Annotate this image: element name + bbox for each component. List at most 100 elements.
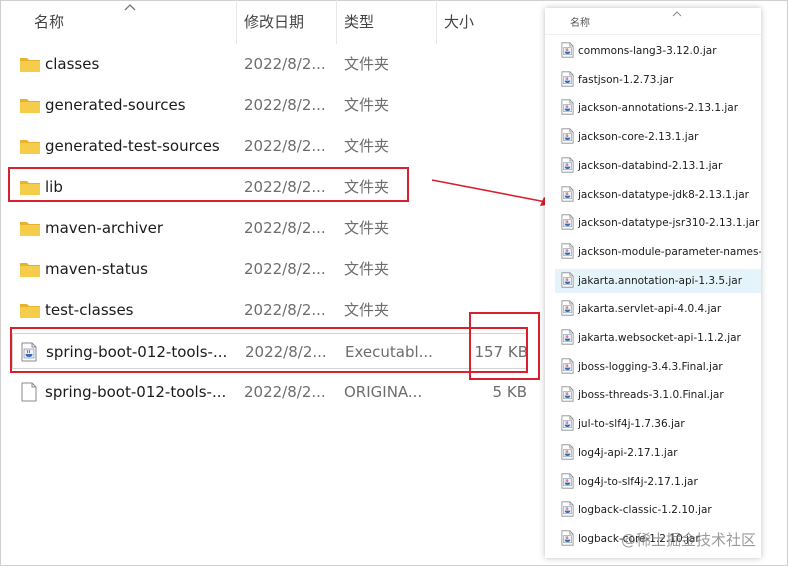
jar-icon (561, 243, 574, 259)
sort-up-caret-icon (672, 11, 682, 17)
jar-icon (561, 530, 574, 546)
file-size (452, 87, 527, 123)
folder-icon (19, 137, 41, 155)
column-date-label: 修改日期 (244, 13, 305, 31)
file-name: maven-archiver (45, 219, 164, 237)
column-date[interactable]: 修改日期 (236, 0, 336, 44)
jar-file-name: jackson-databind-2.13.1.jar (578, 159, 723, 172)
jar-list-item[interactable]: jackson-annotations-2.13.1.jar (555, 96, 761, 120)
jar-icon (561, 128, 574, 144)
jar-file-name: jackson-datatype-jsr310-2.13.1.jar (578, 217, 760, 230)
file-size (452, 251, 527, 287)
jar-file-name: jackson-module-parameter-names-2 (578, 245, 761, 258)
file-type: 文件夹 (344, 301, 390, 319)
jar-list-item[interactable]: jakarta.servlet-api-4.0.4.jar (555, 297, 761, 321)
file-type: 文件夹 (344, 55, 390, 73)
column-size[interactable]: 大小 (436, 0, 536, 44)
jar-file-name: jboss-threads-3.1.0.Final.jar (578, 389, 724, 402)
file-type: 文件夹 (344, 260, 390, 278)
jar-list-item[interactable]: jboss-logging-3.4.3.Final.jar (555, 355, 761, 379)
column-type-label: 类型 (344, 13, 375, 31)
jar-list-item[interactable]: jakarta.annotation-api-1.3.5.jar (555, 268, 761, 293)
jar-file-name: jul-to-slf4j-1.7.36.jar (578, 418, 685, 431)
jar-icon (561, 99, 574, 115)
jar-icon (561, 271, 574, 288)
column-size-label: 大小 (444, 13, 475, 31)
jar-file-name: jackson-core-2.13.1.jar (578, 131, 699, 144)
file-name: test-classes (45, 301, 134, 319)
lib-highlight-box (8, 167, 409, 202)
file-row[interactable]: classes 2022/8/2... 文件夹 (12, 46, 528, 82)
jar-icon (561, 42, 574, 58)
file-name: generated-test-sources (45, 137, 220, 155)
file-row[interactable]: maven-status 2022/8/2... 文件夹 (12, 251, 528, 287)
jar-list-item[interactable]: jul-to-slf4j-1.7.36.jar (555, 412, 761, 436)
file-type: 文件夹 (344, 96, 390, 114)
panel-column-name-label: 名称 (570, 18, 590, 29)
folder-icon (19, 219, 41, 237)
jar-file-name: commons-lang3-3.12.0.jar (578, 45, 717, 57)
file-name: maven-status (45, 260, 148, 278)
file-name: generated-sources (45, 96, 186, 114)
folder-icon (19, 55, 41, 73)
jar-file-name: log4j-api-2.17.1.jar (578, 446, 678, 459)
folder-icon (19, 260, 41, 278)
jar-list-item[interactable]: jackson-datatype-jsr310-2.13.1.jar (555, 211, 761, 235)
file-icon (21, 382, 43, 402)
file-row[interactable]: test-classes 2022/8/2... 文件夹 (12, 292, 528, 328)
jar-file-name: jackson-annotations-2.13.1.jar (578, 102, 739, 115)
jar-list-item[interactable]: logback-classic-1.2.10.jar (555, 498, 761, 522)
file-row[interactable]: generated-sources 2022/8/2... 文件夹 (12, 87, 528, 123)
jar-list-item[interactable]: commons-lang3-3.12.0.jar (555, 39, 761, 63)
jar-file-name: log4j-to-slf4j-2.17.1.jar (578, 475, 698, 488)
jar-list-item[interactable]: jackson-module-parameter-names-2 (555, 240, 761, 264)
file-row[interactable]: spring-boot-012-tools-... 2022/8/2... ORIG… (12, 374, 528, 410)
sort-up-caret-icon (124, 4, 136, 11)
file-row[interactable]: generated-test-sources 2022/8/2... 文件夹 (12, 128, 528, 164)
jar-icon (561, 300, 574, 316)
jar-list-item[interactable]: jboss-threads-3.1.0.Final.jar (555, 383, 761, 407)
jar-list-item[interactable]: jakarta.websocket-api-1.1.2.jar (555, 326, 761, 350)
jar-list-item[interactable]: fastjson-1.2.73.jar (555, 68, 761, 92)
file-date: 2022/8/2... (244, 219, 326, 237)
jar-icon (561, 157, 574, 173)
jar-icon (561, 386, 574, 402)
file-date: 2022/8/2... (244, 301, 326, 319)
jar-file-name: jakarta.servlet-api-4.0.4.jar (578, 303, 722, 316)
jar-icon (561, 358, 574, 374)
jar-icon (561, 329, 574, 345)
file-type: 文件夹 (344, 137, 390, 155)
file-date: 2022/8/2... (244, 260, 326, 278)
size-highlight-box (469, 312, 540, 380)
jar-file-name: logback-classic-1.2.10.jar (578, 504, 712, 517)
file-type: 文件夹 (344, 219, 390, 237)
lib-contents-panel: 名称 commons-lang3-3.12.0.jar fastjson-1.2.… (545, 8, 761, 558)
jar-icon (561, 444, 574, 460)
red-arrow-icon (431, 179, 554, 206)
jar-icon (561, 501, 574, 517)
jar-list-item[interactable]: jackson-core-2.13.1.jar (555, 125, 761, 149)
file-date: 2022/8/2... (244, 137, 326, 155)
column-name-label: 名称 (34, 13, 65, 31)
jar-file-name: jackson-datatype-jdk8-2.13.1.jar (578, 188, 749, 201)
column-header: 名称 修改日期 类型 大小 (0, 0, 538, 44)
watermark: @稀土掘金技术社区 (621, 531, 757, 549)
file-type: ORIGINA... (344, 383, 423, 401)
jar-list-item[interactable]: log4j-api-2.17.1.jar (555, 441, 761, 465)
jar-icon (561, 214, 574, 230)
file-row[interactable]: maven-archiver 2022/8/2... 文件夹 (12, 210, 528, 246)
jar-icon (561, 185, 574, 202)
column-type[interactable]: 类型 (336, 0, 436, 44)
file-size (452, 46, 527, 82)
jar-file-name: jboss-logging-3.4.3.Final.jar (578, 360, 723, 373)
folder-icon (19, 96, 41, 114)
jar-list-item[interactable]: jackson-databind-2.13.1.jar (555, 154, 761, 178)
file-name: spring-boot-012-tools-... (45, 383, 227, 401)
file-date: 2022/8/2... (244, 96, 326, 114)
jar-list-item[interactable]: jackson-datatype-jdk8-2.13.1.jar (555, 183, 761, 207)
jar-icon (561, 71, 574, 87)
file-size (452, 210, 527, 246)
file-size (452, 128, 527, 164)
panel-column-header[interactable]: 名称 (545, 8, 761, 35)
jar-list-item[interactable]: log4j-to-slf4j-2.17.1.jar (555, 470, 761, 494)
